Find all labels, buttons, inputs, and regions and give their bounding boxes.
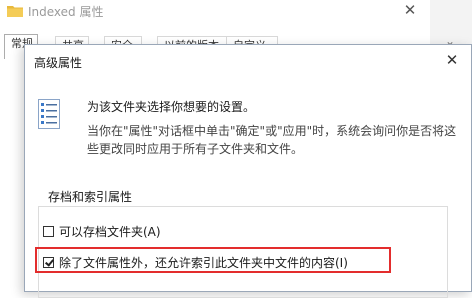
archive-folder-label: 可以存档文件夹(A) <box>59 225 161 239</box>
archive-folder-option[interactable]: 可以存档文件夹(A) <box>43 223 161 240</box>
index-contents-checkbox[interactable] <box>43 257 54 268</box>
dialog-intro-text: 为该文件夹选择你想要的设置。 <box>87 100 256 114</box>
index-contents-option[interactable]: 除了文件属性外，还允许索引此文件夹中文件的内容(I) <box>43 254 348 271</box>
settings-list-icon <box>38 99 60 129</box>
dialog-description-line-2: 些更改同时应用于所有子文件夹和文件。 <box>87 142 304 156</box>
archive-index-section-title: 存档和索引属性 <box>48 190 133 204</box>
properties-titlebar: Indexed 属性 ✕ <box>0 0 430 28</box>
close-icon[interactable]: ✕ <box>439 50 465 70</box>
dialog-description-line-1: 当你在"属性"对话框中单击"确定"或"应用"时，系统会询问你是否将这 <box>87 124 457 138</box>
archive-folder-checkbox[interactable] <box>43 226 54 237</box>
properties-window-title: Indexed 属性 <box>28 5 104 19</box>
close-icon[interactable]: ✕ <box>396 0 424 20</box>
dialog-title: 高级属性 <box>34 56 83 70</box>
advanced-attributes-dialog: 高级属性 ✕ 为该文件夹选择你想要的设置。 当你在"属性"对话框中单击"确定"或… <box>24 44 472 298</box>
folder-icon <box>7 4 23 17</box>
index-contents-label: 除了文件属性外，还允许索引此文件夹中文件的内容(I) <box>59 256 348 270</box>
